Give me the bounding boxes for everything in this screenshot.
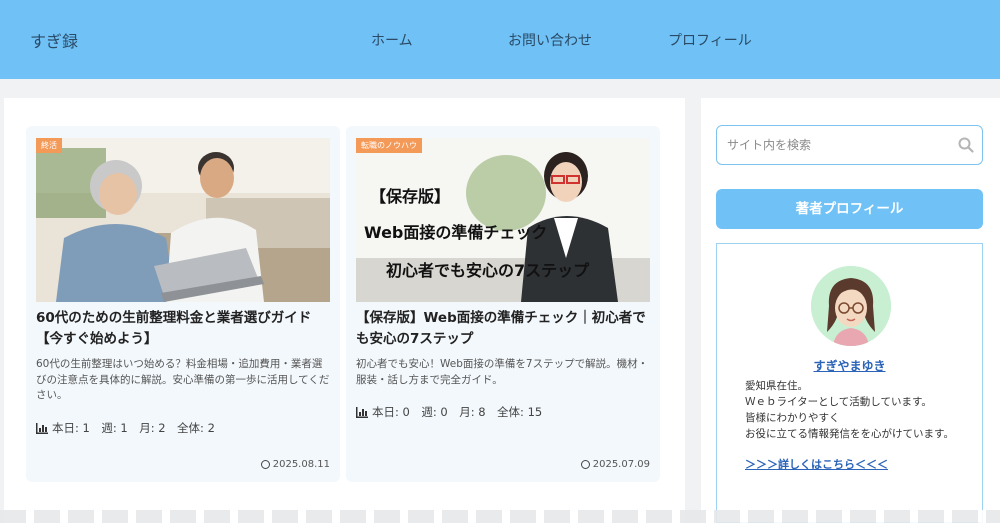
post-thumbnail[interactable]: 転職のノウハウ 【保存版】 Web面接の準備チェック 初心者でも安心の7ステップ xyxy=(356,138,650,302)
post-date: 2025.08.11 xyxy=(260,459,330,470)
search-icon[interactable] xyxy=(958,137,974,153)
nav-item-contact[interactable]: お問い合わせ xyxy=(508,30,592,50)
avatar-illustration xyxy=(811,266,891,346)
site-header: すぎ録 ホーム お問い合わせ プロフィール xyxy=(0,0,1000,79)
bar-chart-icon xyxy=(356,406,368,418)
post-card[interactable]: 終活 60代のための生前整理料金と業者選びガイド【今すぐ始めよう】 60代の生前… xyxy=(26,126,340,482)
post-date: 2025.07.09 xyxy=(580,459,650,470)
post-date-text: 2025.07.09 xyxy=(592,459,650,470)
web-interview-photo: 【保存版】 Web面接の準備チェック 初心者でも安心の7ステップ xyxy=(356,138,650,302)
post-excerpt: 60代の生前整理はいつ始める？料金相場・追加費用・業者選びの注意点を具体的に解説… xyxy=(36,358,330,401)
thumbnail-text-2: Web面接の準備チェック xyxy=(364,223,547,242)
author-avatar[interactable] xyxy=(811,266,891,346)
search-input[interactable] xyxy=(727,135,947,155)
profile-heading: 著者プロフィール xyxy=(716,189,983,229)
bar-chart-icon xyxy=(36,422,48,434)
search-box xyxy=(716,125,983,165)
thumbnail-text-1: 【保存版】 xyxy=(370,187,450,206)
sidebar: 著者プロフィール すぎやまゆき 愛知県在住。 Ｗｅｂライターとして活動しています… xyxy=(701,98,1000,523)
author-bio: 愛知県在住。 Ｗｅｂライターとして活動しています。 皆様にわかりやすく お役に立… xyxy=(745,378,975,442)
site-title[interactable]: すぎ録 xyxy=(30,28,78,52)
profile-more-link[interactable]: ＞＞＞詳しくはこちら＜＜＜ xyxy=(745,456,888,472)
post-title[interactable]: 【保存版】Web面接の準備チェック｜初心者でも安心の7ステップ xyxy=(356,308,652,350)
author-name-link[interactable]: すぎやまゆき xyxy=(717,357,982,374)
bottom-edge-decoration xyxy=(0,510,1000,523)
profile-widget: すぎやまゆき 愛知県在住。 Ｗｅｂライターとして活動しています。 皆様にわかりや… xyxy=(716,243,983,523)
bio-line: 愛知県在住。 xyxy=(745,380,808,392)
main-content: 終活 60代のための生前整理料金と業者選びガイド【今すぐ始めよう】 60代の生前… xyxy=(4,98,685,523)
nav-item-home[interactable]: ホーム xyxy=(371,30,413,50)
category-badge[interactable]: 終活 xyxy=(36,138,62,153)
bio-line: お役に立てる情報発信をを心がけています。 xyxy=(745,428,954,440)
post-title[interactable]: 60代のための生前整理料金と業者選びガイド【今すぐ始めよう】 xyxy=(36,308,332,350)
post-stats-text: 本日: 0 週: 0 月: 8 全体: 15 xyxy=(372,405,543,419)
post-date-text: 2025.08.11 xyxy=(272,459,330,470)
bio-line: 皆様にわかりやすく xyxy=(745,412,840,424)
post-card[interactable]: 転職のノウハウ 【保存版】 Web面接の準備チェック 初心者でも安心の7ステップ… xyxy=(346,126,660,482)
post-thumbnail[interactable]: 終活 xyxy=(36,138,330,302)
thumbnail-text-3: 初心者でも安心の7ステップ xyxy=(386,261,590,280)
post-stats: 本日: 0 週: 0 月: 8 全体: 15 xyxy=(356,404,542,420)
nav-item-profile[interactable]: プロフィール xyxy=(668,30,752,50)
seniors-laptop-photo xyxy=(36,138,330,302)
category-badge[interactable]: 転職のノウハウ xyxy=(356,138,422,153)
clock-icon xyxy=(260,460,270,469)
post-stats-text: 本日: 1 週: 1 月: 2 全体: 2 xyxy=(52,421,215,435)
bio-line: Ｗｅｂライターとして活動しています。 xyxy=(745,396,932,408)
post-excerpt: 初心者でも安心！Web面接の準備を7ステップで解説。機材・服装・話し方まで完全ガ… xyxy=(356,358,649,386)
clock-icon xyxy=(580,460,590,469)
post-stats: 本日: 1 週: 1 月: 2 全体: 2 xyxy=(36,420,215,436)
